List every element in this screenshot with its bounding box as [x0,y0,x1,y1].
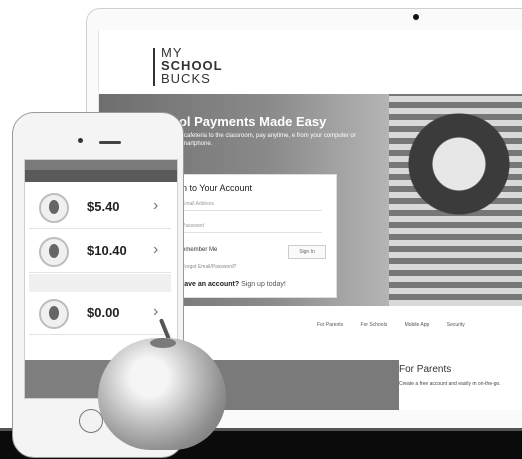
hero-subtitle: e cafeteria to the classroom, pay anytim… [179,133,356,147]
email-field[interactable]: Email Address [182,199,322,211]
hero-title: ool Payments Made Easy [171,114,327,129]
link-for-parents[interactable]: For Parents [317,322,343,328]
link-mobile-app[interactable]: Mobile App [405,322,430,328]
for-parents-title: For Parents [399,364,452,375]
child-balance: $10.40 [87,243,127,258]
child-avatar [39,299,69,329]
for-parents-text: Create a free account and easily m on-th… [399,381,501,387]
signin-button[interactable]: Sign In [288,245,326,259]
child-card[interactable]: $0.00 › [29,294,171,335]
password-field[interactable]: Password [182,221,322,233]
hero-photo [389,94,522,306]
footer-links: For Parents For Schools Mobile App Secur… [317,322,481,328]
chevron-right-icon[interactable]: › [153,197,158,215]
signin-panel: in to Your Account Email Address Passwor… [175,174,337,298]
child-card[interactable]: $5.40 › [29,188,171,229]
apple-top-dip [150,338,176,348]
link-security[interactable]: Security [447,322,465,328]
status-bar [25,160,177,170]
apple-illustration [98,338,226,450]
phone-camera [78,138,83,143]
child-avatar [39,237,69,267]
logo-line-3: BUCKS [161,71,211,86]
logo-bar [153,48,155,86]
child-card[interactable]: $10.40 › [29,232,171,273]
phone-speaker [99,141,121,144]
signin-title: in to Your Account [180,183,253,193]
child-balance: $0.00 [87,305,120,320]
remember-me-checkbox[interactable]: emember Me [182,247,217,253]
forgot-password-link[interactable]: Forgot Email/Password? [182,264,236,270]
no-account-text: have an account? Sign up today! [180,281,286,288]
lower-photo [209,360,399,410]
laptop-camera [413,14,419,20]
chevron-right-icon[interactable]: › [153,241,158,259]
link-for-schools[interactable]: For Schools [361,322,388,328]
chevron-right-icon[interactable]: › [153,303,158,321]
child-avatar [39,193,69,223]
no-account-label: have an account? [180,281,240,288]
phone-nav-bar [25,170,177,182]
signup-link[interactable]: Sign up today! [241,281,286,288]
list-separator [29,274,171,292]
child-balance: $5.40 [87,199,120,214]
